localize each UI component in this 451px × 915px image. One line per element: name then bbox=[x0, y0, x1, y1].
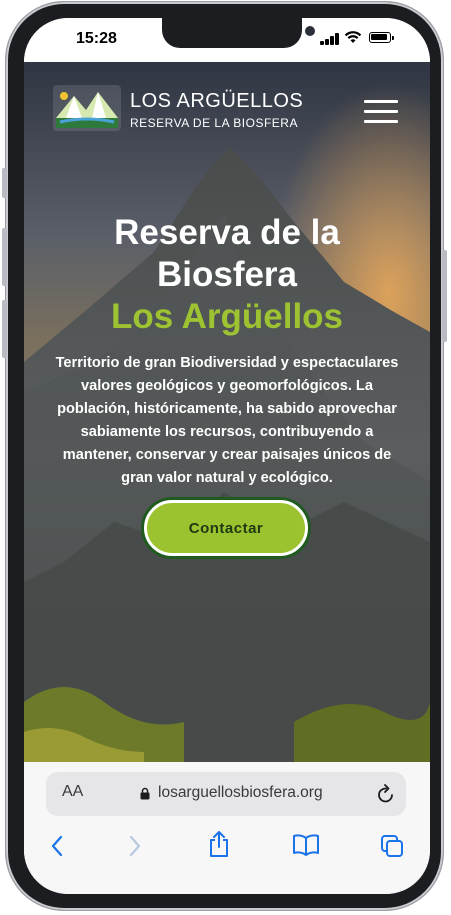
contact-button[interactable]: Contactar bbox=[144, 500, 308, 556]
hero-description-line: valores geológicos y geomorfológicos. La bbox=[81, 378, 373, 394]
logo-title: LOS ARGÜELLOS bbox=[130, 90, 304, 112]
battery-icon bbox=[369, 32, 394, 43]
reload-icon[interactable] bbox=[376, 783, 396, 805]
hero-section: LOS ARGÜELLOS RESERVA DE LA BIOSFERA Res… bbox=[24, 62, 430, 762]
logo-subtitle: RESERVA DE LA BIOSFERA bbox=[130, 116, 298, 130]
url-text[interactable]: losarguellosbiosfera.org bbox=[158, 784, 323, 802]
safari-browser-bar: AA losarguellosbiosfera.org bbox=[24, 762, 430, 894]
hamburger-menu-icon[interactable] bbox=[364, 100, 398, 124]
power-button bbox=[442, 250, 447, 342]
forward-icon[interactable] bbox=[128, 834, 142, 858]
cellular-signal-icon bbox=[320, 33, 340, 45]
notch bbox=[162, 18, 315, 48]
hero-description-line: sabiamente los recursos, contribuyendo a bbox=[80, 424, 374, 440]
hero-title-line2: Biosfera bbox=[156, 255, 298, 294]
hero-description-line: población, históricamente, ha sabido apr… bbox=[57, 401, 397, 417]
reserve-logo bbox=[53, 85, 121, 131]
hero-description-line: mantener, conservar y crear paisajes úni… bbox=[62, 447, 392, 463]
hero-description-line: gran valor natural y ecológico. bbox=[121, 470, 333, 486]
hero-description: Territorio de gran Biodiversidad y espec… bbox=[48, 352, 406, 490]
status-time: 15:28 bbox=[76, 30, 117, 47]
hero-title-highlight: Los Argüellos bbox=[110, 297, 344, 336]
status-bar: 15:28 bbox=[24, 18, 430, 62]
share-icon[interactable] bbox=[207, 830, 231, 858]
volume-up-button bbox=[2, 228, 7, 286]
back-icon[interactable] bbox=[50, 834, 64, 858]
lock-icon bbox=[140, 787, 150, 800]
bookmarks-icon[interactable] bbox=[292, 834, 320, 856]
text-size-button[interactable]: AA bbox=[62, 783, 83, 801]
mute-switch bbox=[2, 168, 7, 198]
front-camera bbox=[305, 26, 315, 36]
tabs-icon[interactable] bbox=[380, 834, 404, 858]
phone-screen: 15:28 LOS ARGÜELLOS RESERVA DE LA BIOSFE… bbox=[24, 18, 430, 894]
address-bar[interactable]: AA losarguellosbiosfera.org bbox=[46, 772, 406, 816]
wifi-icon bbox=[344, 31, 362, 43]
hero-description-line: Territorio de gran Biodiversidad y espec… bbox=[55, 355, 399, 371]
hero-title-line1: Reserva de la bbox=[114, 213, 340, 252]
volume-down-button bbox=[2, 300, 7, 358]
